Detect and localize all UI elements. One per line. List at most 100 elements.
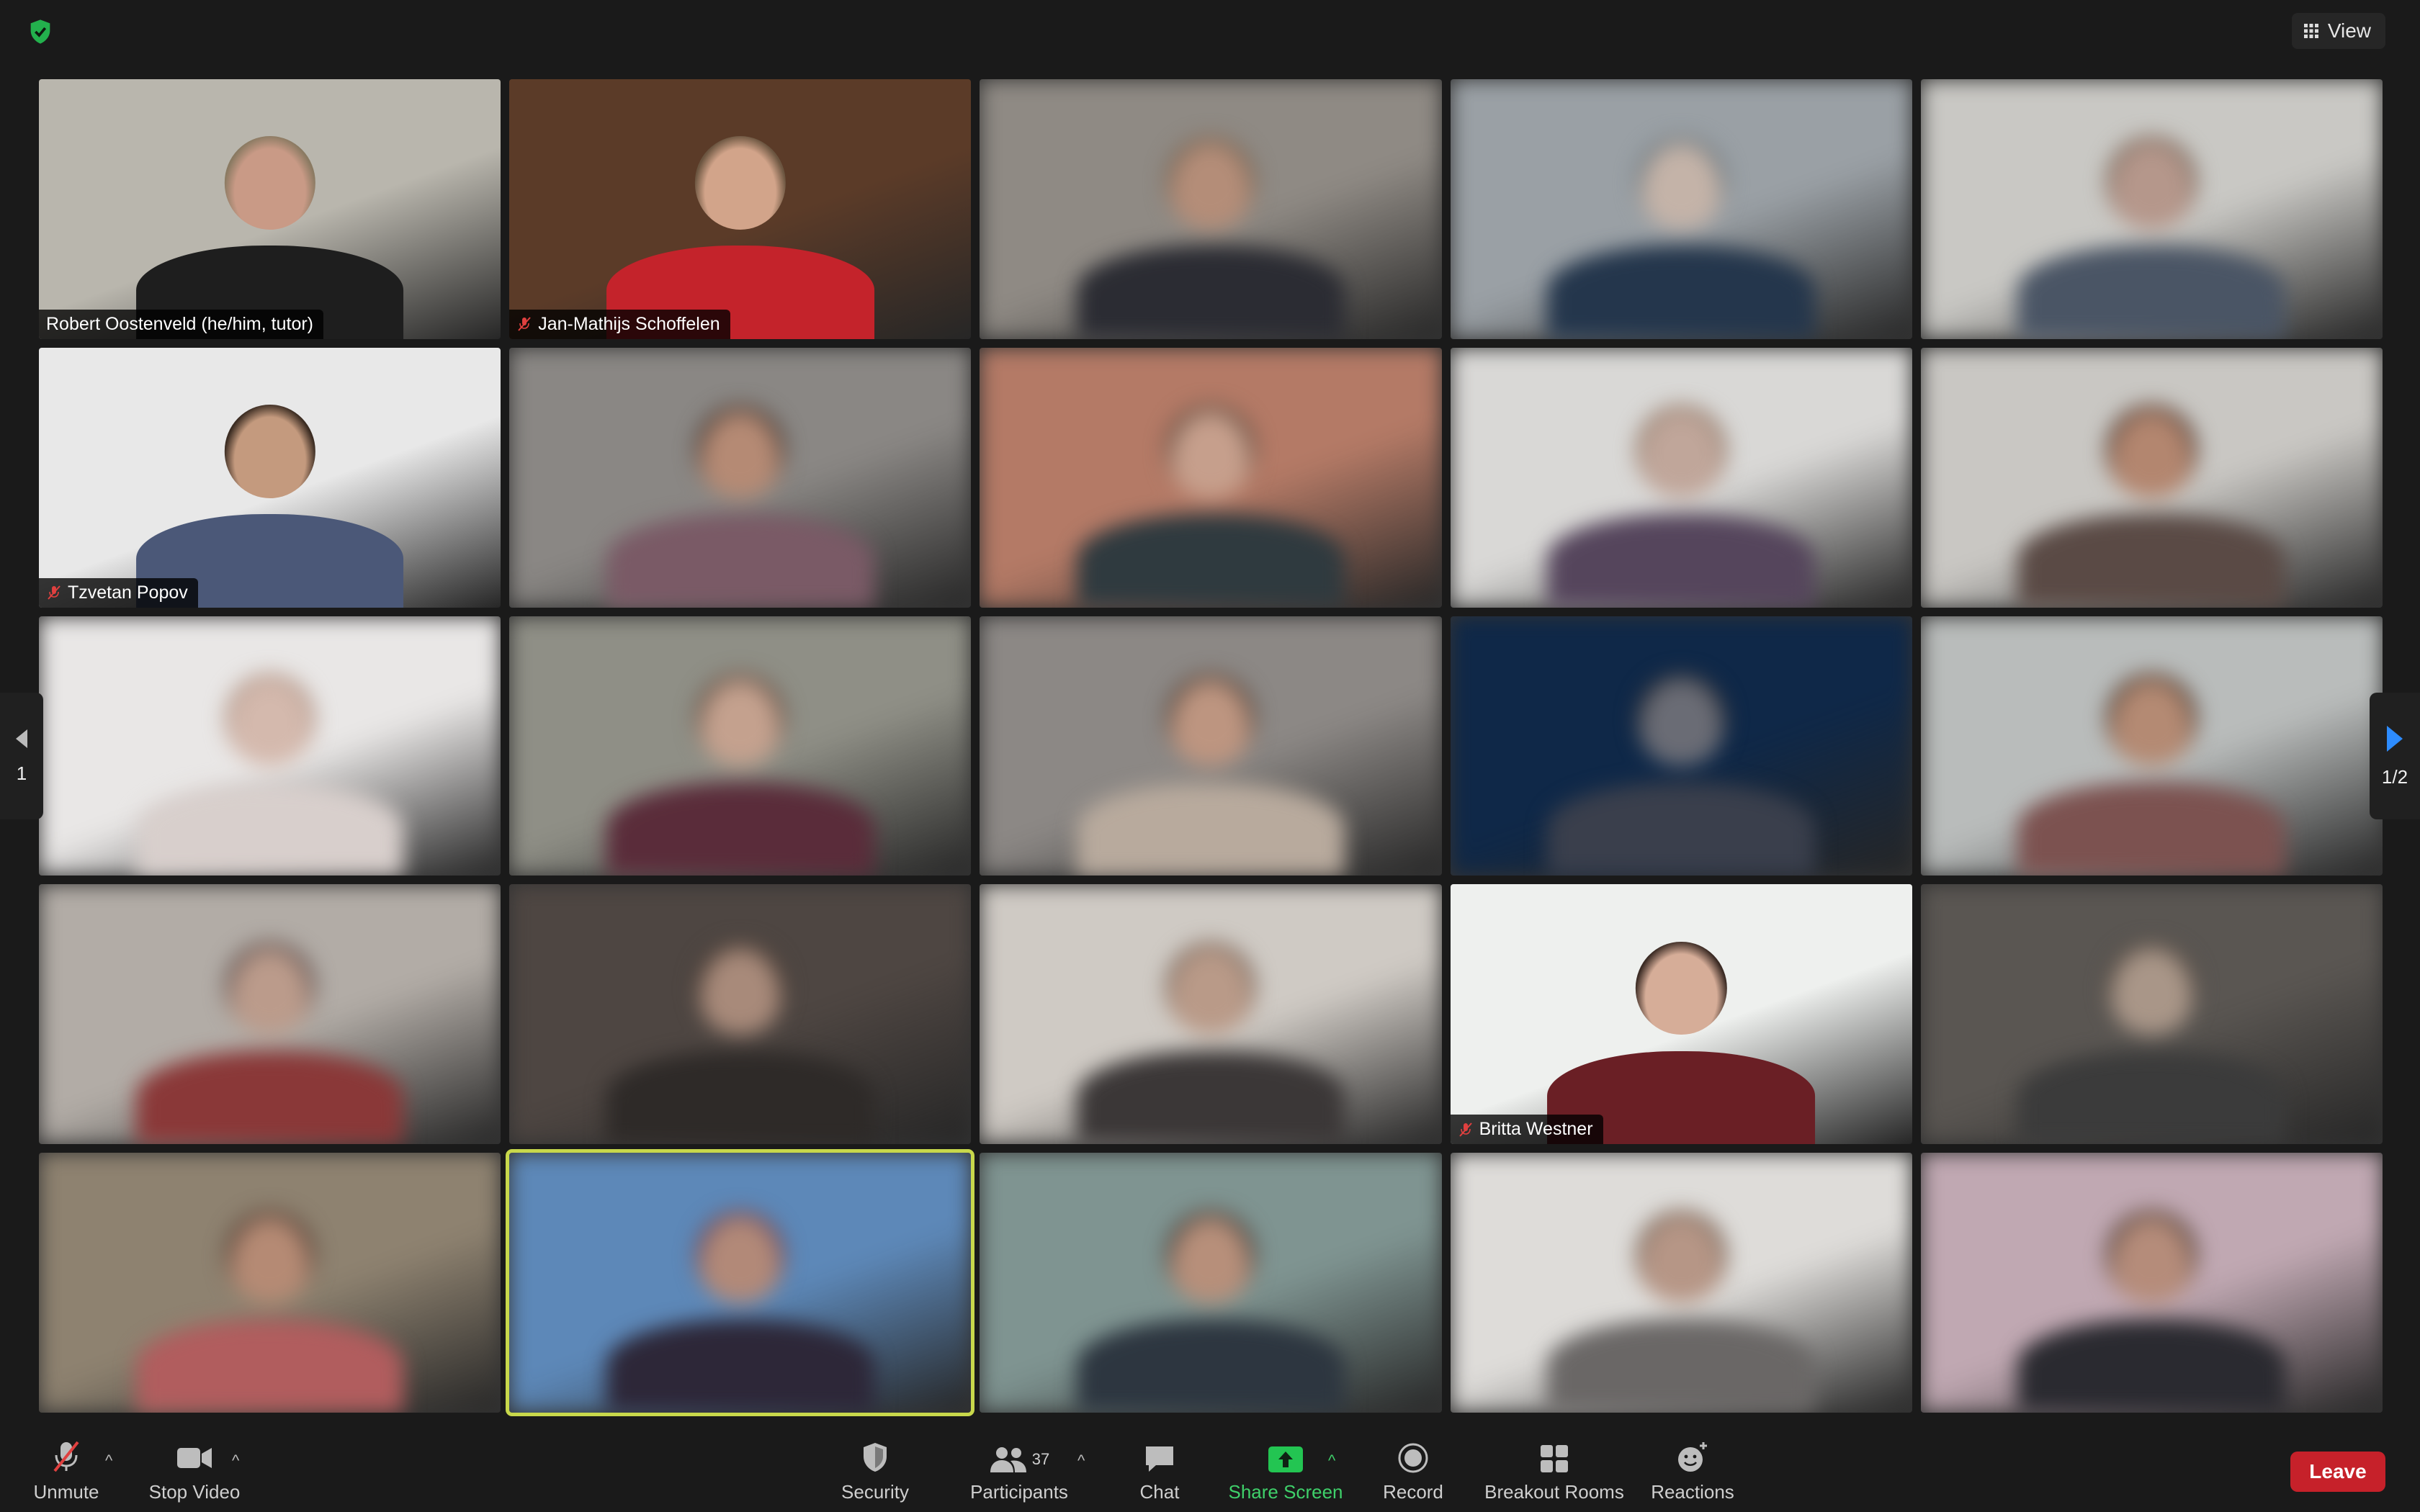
participant-body	[135, 1319, 404, 1413]
participant-body	[2017, 514, 2286, 608]
breakout-rooms-icon	[1541, 1445, 1568, 1472]
participant-video-tile[interactable]	[39, 884, 501, 1145]
participant-video-tile[interactable]	[1450, 347, 1912, 608]
chat-button[interactable]: Chat	[1129, 1439, 1190, 1508]
share-options-caret[interactable]: ^	[1328, 1452, 1335, 1470]
participant-head	[694, 672, 786, 767]
participant-head	[1165, 941, 1257, 1035]
participant-video-tile[interactable]: Tzvetan Popov	[39, 347, 501, 608]
participant-video-tile[interactable]	[980, 1153, 1442, 1413]
participant-video-tile[interactable]	[1920, 616, 2383, 876]
participant-name: Tzvetan Popov	[68, 582, 188, 603]
participant-video-tile[interactable]	[1920, 79, 2383, 339]
participant-video-tile[interactable]: Jan-Mathijs Schoffelen	[509, 79, 972, 339]
participant-name: Jan-Mathijs Schoffelen	[538, 313, 720, 334]
participant-figure	[1077, 405, 1345, 608]
participant-figure	[2017, 136, 2286, 339]
record-label: Record	[1383, 1481, 1443, 1503]
participant-head	[694, 405, 786, 498]
participant-video-tile[interactable]	[509, 884, 972, 1145]
participants-label: Participants	[970, 1481, 1068, 1503]
next-page-button[interactable]: 1/2	[2370, 693, 2420, 819]
grid-view-icon	[2303, 24, 2318, 38]
participant-head	[1165, 136, 1257, 230]
participant-body	[1077, 782, 1345, 876]
security-button[interactable]: Security	[835, 1439, 915, 1508]
participant-video-tile[interactable]	[506, 1149, 975, 1416]
participant-body	[606, 1319, 874, 1413]
participant-body	[2017, 246, 2286, 339]
view-button[interactable]: View	[2291, 13, 2385, 49]
participant-video-tile[interactable]	[509, 347, 972, 608]
participant-video-tile[interactable]	[39, 1153, 501, 1413]
leave-label: Leave	[2309, 1460, 2367, 1482]
participant-head	[224, 941, 315, 1035]
participant-head	[694, 136, 786, 230]
participant-figure	[606, 405, 874, 608]
participant-figure	[1547, 1210, 1816, 1413]
participant-figure	[2017, 1210, 2286, 1413]
participant-video-tile[interactable]	[980, 79, 1442, 339]
previous-page-button[interactable]: 1	[0, 693, 43, 819]
participant-video-tile[interactable]	[1920, 884, 2383, 1145]
breakout-rooms-button[interactable]: Breakout Rooms	[1484, 1439, 1625, 1508]
audio-options-caret[interactable]: ^	[105, 1452, 112, 1470]
participant-video-tile[interactable]	[980, 347, 1442, 608]
video-camera-icon	[177, 1448, 212, 1468]
participant-video-tile[interactable]	[980, 616, 1442, 876]
participant-name-tag: Jan-Mathijs Schoffelen	[509, 309, 730, 339]
participant-body	[1547, 514, 1816, 608]
shield-check-icon[interactable]	[26, 17, 55, 46]
participants-options-caret[interactable]: ^	[1077, 1452, 1085, 1470]
record-button[interactable]: Record	[1377, 1439, 1449, 1508]
participant-body	[2017, 1319, 2286, 1413]
participant-figure	[1077, 136, 1345, 339]
share-screen-button[interactable]: Share Screen	[1224, 1439, 1347, 1508]
participant-figure	[606, 672, 874, 876]
participant-video-tile[interactable]	[980, 884, 1442, 1145]
participants-button[interactable]: 37 Participants	[965, 1439, 1073, 1508]
participant-name: Robert Oostenveld (he/him, tutor)	[46, 313, 313, 334]
participant-head	[1635, 672, 1727, 767]
participant-head	[2106, 405, 2197, 498]
participant-body	[2017, 1050, 2286, 1145]
unmute-button[interactable]: Unmute	[29, 1439, 104, 1508]
participant-video-tile[interactable]	[509, 616, 972, 876]
participant-video-tile[interactable]	[1450, 1153, 1912, 1413]
microphone-muted-icon	[53, 1441, 79, 1472]
participant-head	[1635, 136, 1727, 230]
stop-video-label: Stop Video	[148, 1481, 241, 1503]
video-options-caret[interactable]: ^	[232, 1452, 239, 1470]
reactions-button[interactable]: Reactions	[1649, 1439, 1736, 1508]
participant-figure	[135, 941, 404, 1145]
participant-video-tile[interactable]: Britta Westner	[1450, 884, 1912, 1145]
participant-video-tile[interactable]	[1450, 79, 1912, 339]
participant-figure	[2017, 405, 2286, 608]
arrow-left-icon	[16, 729, 27, 748]
participant-video-tile[interactable]	[39, 616, 501, 876]
previous-page-label: 1	[16, 762, 27, 784]
participant-video-tile[interactable]	[1920, 347, 2383, 608]
participant-name-tag: Britta Westner	[1450, 1115, 1603, 1145]
participant-body	[1077, 246, 1345, 339]
participant-video-tile[interactable]	[1450, 616, 1912, 876]
shield-icon	[864, 1443, 887, 1472]
view-label: View	[2327, 19, 2371, 42]
microphone-muted-icon	[1458, 1122, 1472, 1137]
participant-figure	[2017, 941, 2286, 1145]
unmute-label: Unmute	[33, 1481, 99, 1503]
microphone-muted-icon	[518, 317, 531, 331]
page-indicator: 1/2	[2381, 765, 2408, 788]
participant-video-tile[interactable]	[1920, 1153, 2383, 1413]
stop-video-button[interactable]: Stop Video	[144, 1439, 245, 1508]
participant-figure	[1077, 1210, 1345, 1413]
participant-head	[2106, 941, 2197, 1035]
participant-head	[2106, 136, 2197, 230]
arrow-right-icon	[2387, 725, 2403, 752]
leave-meeting-button[interactable]: Leave	[2290, 1452, 2385, 1492]
participant-head	[224, 672, 315, 767]
participant-video-tile[interactable]: Robert Oostenveld (he/him, tutor)	[39, 79, 501, 339]
meeting-toolbar: Unmute ^ Stop Video ^ Security 37 Partic…	[0, 1434, 2420, 1512]
video-grid: Robert Oostenveld (he/him, tutor) Jan-Mat…	[39, 79, 2383, 1416]
chat-bubble-icon	[1146, 1446, 1173, 1472]
